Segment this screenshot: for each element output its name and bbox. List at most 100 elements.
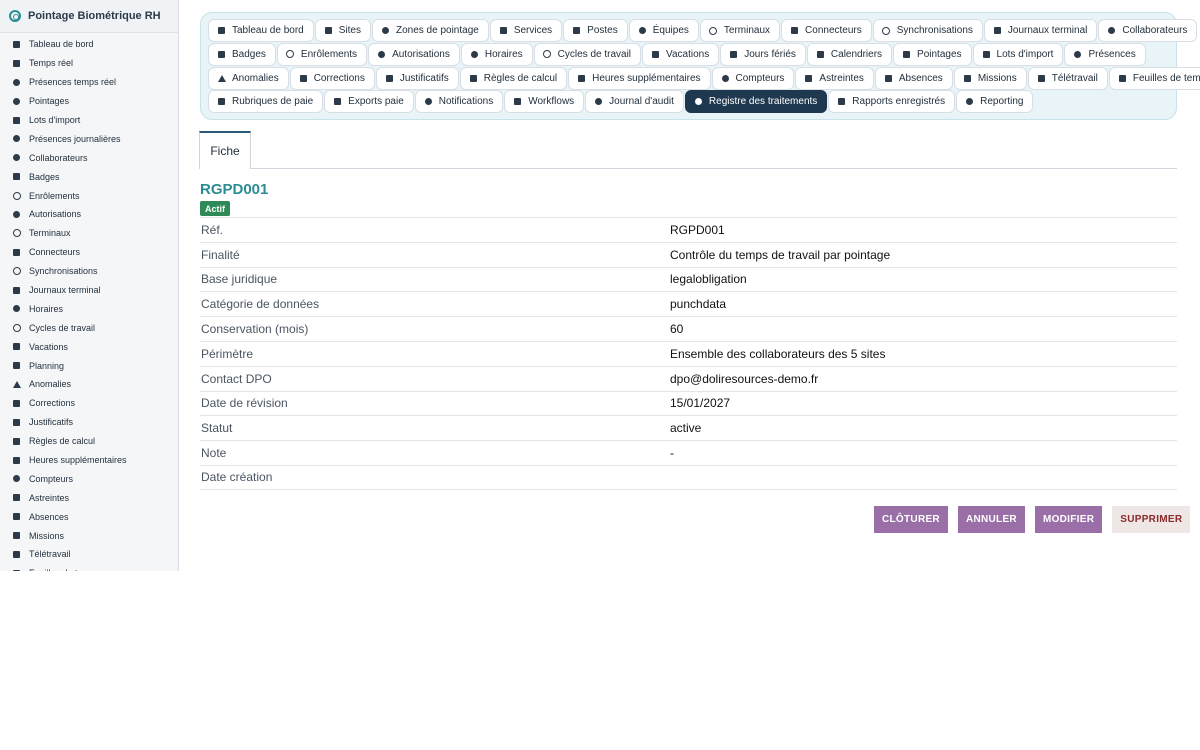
sidebar-item-r-gles-de-calcul[interactable]: Règles de calcul [0, 432, 178, 451]
tab-absences[interactable]: Absences [874, 66, 953, 90]
tab-rubriques-de-paie[interactable]: Rubriques de paie [208, 90, 324, 114]
building-icon [324, 26, 333, 35]
brand[interactable]: Pointage Biométrique RH [0, 0, 178, 33]
cancel-button[interactable]: ANNULER [957, 506, 1025, 533]
field-row: Périmètre Ensemble des collaborateurs des… [200, 340, 1177, 366]
sidebar-item-missions[interactable]: Missions [0, 526, 178, 545]
tab-terminaux[interactable]: Terminaux [699, 19, 781, 42]
tab-reporting[interactable]: Reporting [956, 90, 1034, 114]
sidebar-item-badges[interactable]: Badges [0, 167, 178, 186]
sidebar-item-vacations[interactable]: Vacations [0, 337, 178, 356]
sidebar-item-feuilles-de-temps[interactable]: Feuilles de temps [0, 564, 178, 571]
sidebar-item-corrections[interactable]: Corrections [0, 394, 178, 413]
tab-jours-feries[interactable]: Jours fériés [720, 42, 806, 66]
sidebar-item-pr-sences-journali-res[interactable]: Présences journalières [0, 129, 178, 148]
tab-pointages[interactable]: Pointages [893, 42, 972, 66]
tab-registre-des-traitements[interactable]: Registre des traitements [684, 90, 828, 114]
tab-fiche[interactable]: Fiche [199, 131, 251, 169]
sidebar-item-heures-suppl-mentaires[interactable]: Heures supplémentaires [0, 451, 178, 470]
tab-autorisations[interactable]: Autorisations [368, 42, 460, 66]
sidebar-item-tableau-de-bord[interactable]: Tableau de bord [0, 35, 178, 54]
dashboard-icon [217, 26, 226, 35]
field-value: - [670, 446, 674, 461]
tab-teletravail[interactable]: Télétravail [1027, 66, 1108, 90]
tab-zones-de-pointage[interactable]: Zones de pointage [371, 19, 489, 42]
tab-label: Collaborateurs [1122, 25, 1188, 36]
tab-label: Absences [898, 72, 943, 84]
module-tabs: Tableau de bord Sites Zones de pointage Ser… [200, 12, 1200, 120]
sidebar-item-autorisations[interactable]: Autorisations [0, 205, 178, 224]
tab-heures-supplementaires[interactable]: Heures supplémentaires [568, 66, 711, 90]
tab-synchronisations[interactable]: Synchronisations [872, 19, 983, 42]
bolt-icon [12, 59, 21, 68]
close-button[interactable]: CLÔTURER [874, 506, 948, 533]
field-label: Note [201, 446, 227, 461]
field-label: Catégorie de données [201, 297, 320, 312]
tab-equipes[interactable]: Équipes [628, 19, 699, 42]
modify-button[interactable]: MODIFIER [1034, 506, 1103, 533]
field-row: Conservation (mois) 60 [200, 316, 1177, 341]
tab-postes[interactable]: Postes [563, 19, 628, 42]
field-row: Contact DPO dpo@doliresources-demo.fr [200, 365, 1177, 391]
tab-anomalies[interactable]: Anomalies [208, 66, 289, 90]
sidebar-item-cycles-de-travail[interactable]: Cycles de travail [0, 318, 178, 337]
tab-journaux-terminal[interactable]: Journaux terminal [983, 19, 1098, 42]
field-value: 15/01/2027 [670, 396, 731, 411]
sidebar-item-anomalies[interactable]: Anomalies [0, 375, 178, 394]
sidebar-item-absences[interactable]: Absences [0, 507, 178, 526]
sidebar-item-enr-lements[interactable]: Enrôlements [0, 186, 178, 205]
tab-label: Workflows [528, 96, 575, 108]
tab-missions[interactable]: Missions [953, 66, 1027, 90]
tab-collaborateurs[interactable]: Collaborateurs [1098, 19, 1198, 42]
tab-tableau-de-bord[interactable]: Tableau de bord [208, 19, 314, 42]
sidebar-item-lots-d-import[interactable]: Lots d'import [0, 111, 178, 130]
phone-icon [12, 493, 21, 502]
tab-calendriers[interactable]: Calendriers [806, 42, 893, 66]
sidebar-item-pr-sences-temps-r-el[interactable]: Présences temps réel [0, 73, 178, 92]
tab-justificatifs[interactable]: Justificatifs [375, 66, 459, 90]
tab-regles-de-calcul[interactable]: Règles de calcul [459, 66, 568, 90]
tab-enrolements[interactable]: Enrôlements [276, 42, 368, 66]
tab-horaires[interactable]: Horaires [460, 42, 533, 66]
sidebar-item-terminaux[interactable]: Terminaux [0, 224, 178, 243]
tab-rapports-enregistres[interactable]: Rapports enregistrés [828, 90, 956, 114]
sidebar-item-t-l-travail[interactable]: Télétravail [0, 545, 178, 564]
tab-corrections[interactable]: Corrections [289, 66, 375, 90]
tab-lots-d-import[interactable]: Lots d'import [972, 42, 1064, 66]
tab-services[interactable]: Services [489, 19, 563, 42]
sidebar-item-planning[interactable]: Planning [0, 356, 178, 375]
sidebar-item-pointages[interactable]: Pointages [0, 92, 178, 111]
sidebar-item-compteurs[interactable]: Compteurs [0, 469, 178, 488]
user-clock-icon [12, 134, 21, 143]
field-label: Base juridique [201, 272, 278, 287]
map-pin-icon [381, 26, 390, 35]
sidebar-item-astreintes[interactable]: Astreintes [0, 488, 178, 507]
sidebar-item-horaires[interactable]: Horaires [0, 299, 178, 318]
sidebar-item-justificatifs[interactable]: Justificatifs [0, 413, 178, 432]
sidebar-item-temps-r-el[interactable]: Temps réel [0, 54, 178, 73]
tab-notifications[interactable]: Notifications [414, 90, 504, 114]
tab-sites[interactable]: Sites [314, 19, 371, 42]
badge-icon [217, 50, 226, 59]
tab-feuilles-de-temps[interactable]: Feuilles de temps [1108, 66, 1200, 90]
tab-label: Connecteurs [805, 25, 862, 36]
delete-button[interactable]: SUPPRIMER [1112, 506, 1191, 533]
tab-compteurs[interactable]: Compteurs [711, 66, 795, 90]
sidebar-item-label: Tableau de bord [29, 39, 94, 50]
tab-presences[interactable]: Présences [1064, 42, 1146, 66]
sidebar-item-journaux-terminal[interactable]: Journaux terminal [0, 281, 178, 300]
tab-label: Compteurs [735, 72, 785, 84]
tab-exports-paie[interactable]: Exports paie [324, 90, 414, 114]
tab-badges[interactable]: Badges [208, 42, 276, 66]
field-value: legalobligation [670, 272, 747, 287]
tab-astreintes[interactable]: Astreintes [795, 66, 874, 90]
tab-connecteurs[interactable]: Connecteurs [781, 19, 872, 42]
tab-cycles-de-travail[interactable]: Cycles de travail [533, 42, 642, 66]
tab-journal-d-audit[interactable]: Journal d'audit [585, 90, 684, 114]
sidebar-item-synchronisations[interactable]: Synchronisations [0, 262, 178, 281]
tab-vacations[interactable]: Vacations [642, 42, 720, 66]
tab-workflows[interactable]: Workflows [504, 90, 585, 114]
sidebar-item-connecteurs[interactable]: Connecteurs [0, 243, 178, 262]
sidebar-item-collaborateurs[interactable]: Collaborateurs [0, 148, 178, 167]
home-laptop-icon [12, 550, 21, 559]
